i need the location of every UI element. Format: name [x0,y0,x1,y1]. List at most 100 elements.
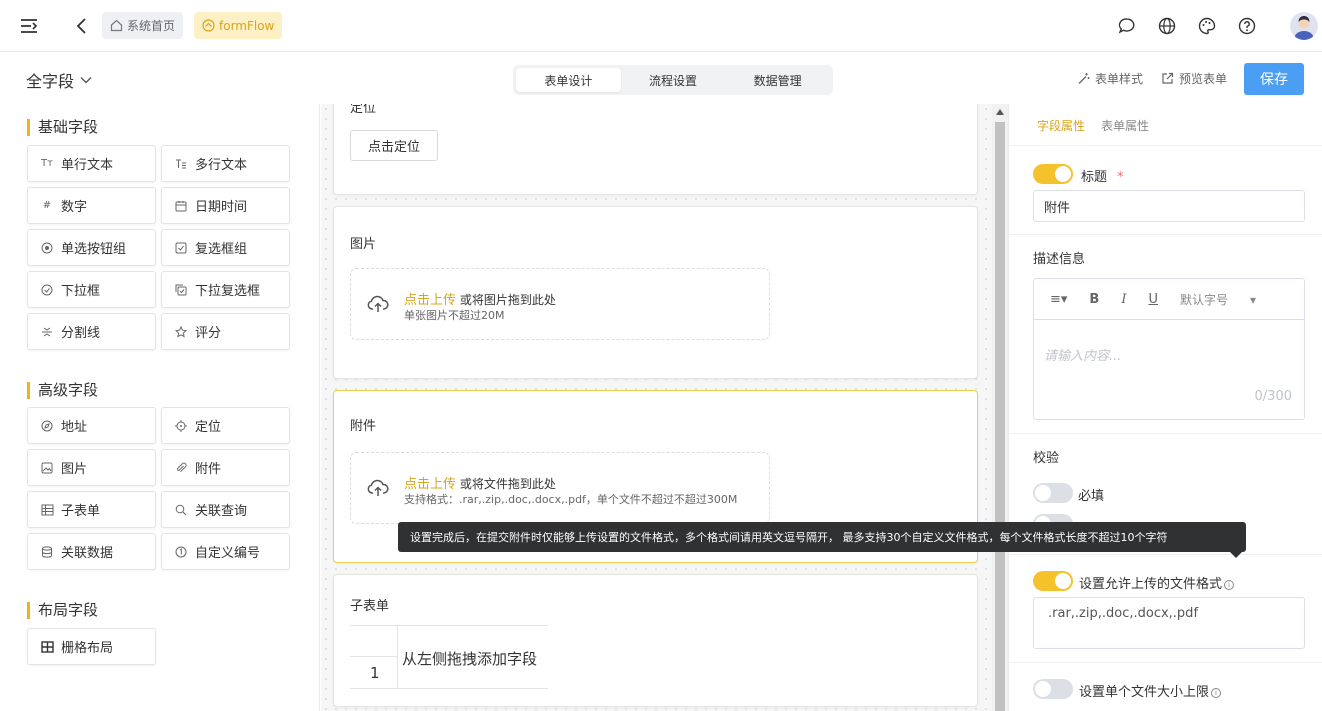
title-visible-toggle[interactable] [1033,164,1073,184]
field-label: 复选框组 [195,242,248,257]
bold-icon[interactable]: B [1089,292,1099,307]
designer-tabs: 表单设计 流程设置 数据管理 [513,65,833,95]
field-filter-dropdown[interactable]: 全字段 [26,68,92,92]
subform-drop-hint: 从左侧拖拽添加字段 [402,650,538,668]
home-tag[interactable]: 系统首页 [102,12,184,39]
editor-toolbar: ≡▾ B I U 默认字号 ▾ [1034,279,1304,320]
title-input[interactable]: 附件 [1033,190,1305,222]
field-label: 关联查询 [195,504,248,519]
field-single-line-text[interactable]: Tт 单行文本 [27,145,156,182]
align-icon[interactable]: ≡▾ [1050,292,1067,307]
field-location[interactable]: 定位 [161,407,290,444]
form-style-button[interactable]: 表单样式 [1077,70,1143,87]
home-tag-label: 系统首页 [127,19,176,33]
tab-flow-settings[interactable]: 流程设置 [621,68,726,92]
group-title-advanced: 高级字段 [27,382,98,399]
star-icon [174,325,188,339]
preview-form-button[interactable]: 预览表单 [1161,70,1227,87]
hash-icon: # [42,200,52,211]
formflow-tag-label: formFlow [219,18,275,33]
field-attachment[interactable]: 附件 [161,449,290,486]
field-divider[interactable]: 分割线 [27,313,156,350]
underline-icon[interactable]: U [1148,292,1158,307]
font-size-select[interactable]: 默认字号 ▾ [1180,291,1256,308]
field-label: 日期时间 [195,200,248,215]
scrollbar-thumb[interactable] [995,122,1005,711]
globe-icon[interactable] [1157,16,1177,36]
field-radio-group[interactable]: 单选按钮组 [27,229,156,266]
field-filter-label: 全字段 [26,72,75,91]
scroll-up-arrow-icon[interactable] [996,109,1004,115]
field-custom-number[interactable]: 自定义编号 [161,533,290,570]
canvas-scrollbar[interactable] [992,104,1008,711]
form-item-location[interactable]: 定位 点击定位 [333,104,978,195]
field-number[interactable]: # 数字 [27,187,156,224]
help-icon[interactable] [1237,16,1257,36]
menu-collapse-icon[interactable] [19,16,39,36]
group-title-basic: 基础字段 [27,119,98,136]
message-icon[interactable] [1117,16,1137,36]
tab-field-properties[interactable]: 字段属性 [1037,117,1085,134]
tab-form-properties[interactable]: 表单属性 [1101,117,1149,134]
size-limit-toggle[interactable] [1033,679,1073,699]
form-item-image[interactable]: 图片 点击上传 或将图片拖到此处 单张图片不超过20M [333,206,978,379]
search-icon [174,503,188,517]
database-icon [40,545,54,559]
subform-table: 1 从左侧拖拽添加字段 [350,625,548,689]
form-item-subform[interactable]: 子表单 1 从左侧拖拽添加字段 [333,574,978,707]
palette-icon[interactable] [1197,16,1217,36]
description-editor[interactable]: ≡▾ B I U 默认字号 ▾ 请输入内容... 0/300 [1033,278,1305,420]
required-toggle[interactable] [1033,483,1073,503]
title-label-text: 标题 [1081,170,1108,185]
group-title-layout: 布局字段 [27,602,98,619]
form-canvas: 定位 点击定位 图片 点击上传 或将图片拖到此处 单张图片不超过20M 附件 点… [321,104,992,711]
field-datetime[interactable]: 日期时间 [161,187,290,224]
image-icon [40,461,54,475]
font-size-label: 默认字号 [1180,292,1229,307]
save-button[interactable]: 保存 [1244,63,1304,95]
italic-icon[interactable]: I [1121,292,1126,307]
image-upload-area[interactable]: 点击上传 或将图片拖到此处 单张图片不超过20M [350,268,770,340]
attachment-upload-link[interactable]: 点击上传 [404,477,456,492]
location-field-label: 定位 [350,104,377,116]
image-upload-link[interactable]: 点击上传 [404,293,456,308]
field-label: 单选按钮组 [61,242,127,257]
calendar-icon [174,199,188,213]
allowed-formats-textarea[interactable]: .rar,.zip,.doc,.docx,.pdf [1033,597,1305,649]
image-field-label: 图片 [350,237,377,252]
user-avatar[interactable] [1290,12,1318,40]
field-checkbox-group[interactable]: 复选框组 [161,229,290,266]
field-grid-layout[interactable]: 栅格布局 [27,628,156,665]
cloud-upload-icon [367,295,389,312]
field-select[interactable]: 下拉框 [27,271,156,308]
formflow-tag[interactable]: formFlow [194,12,283,39]
field-related-query[interactable]: 关联查询 [161,491,290,528]
size-limit-label-text: 设置单个文件大小上限 [1079,685,1210,700]
allowed-formats-label: 设置允许上传的文件格式 i [1079,573,1235,592]
image-upload-drag-text: 或将图片拖到此处 [459,293,556,307]
info-icon[interactable]: i [1224,580,1235,590]
serial-number-icon [174,545,188,559]
field-multi-line-text[interactable]: 多行文本 [161,145,290,182]
attachment-upload-hint: 支持格式：.rar,.zip,.doc,.docx,.pdf，单个文件不超过不超… [404,493,738,506]
back-icon[interactable] [72,16,92,36]
locate-button[interactable]: 点击定位 [350,130,438,161]
field-label: 子表单 [61,504,101,519]
field-rating[interactable]: 评分 [161,313,290,350]
properties-panel: 字段属性 表单属性 标题 * 附件 描述信息 ≡▾ B I U 默认字号 ▾ 请输入… [1008,104,1322,711]
multiline-text-icon [174,157,188,171]
tab-data-management[interactable]: 数据管理 [725,68,830,92]
attachment-upload-drag-text: 或将文件拖到此处 [459,477,556,491]
field-address[interactable]: 地址 [27,407,156,444]
field-related-data[interactable]: 关联数据 [27,533,156,570]
image-upload-text: 点击上传 或将图片拖到此处 [404,289,556,308]
check-circle-icon [40,283,54,297]
field-subform[interactable]: 子表单 [27,491,156,528]
tab-form-design[interactable]: 表单设计 [516,68,621,92]
field-image[interactable]: 图片 [27,449,156,486]
allowed-formats-toggle[interactable] [1033,571,1073,591]
field-multi-select[interactable]: 下拉复选框 [161,271,290,308]
info-icon[interactable]: i [1211,688,1222,698]
attachment-upload-area[interactable]: 点击上传 或将文件拖到此处 支持格式：.rar,.zip,.doc,.docx,… [350,452,770,524]
field-label: 分割线 [61,326,101,341]
